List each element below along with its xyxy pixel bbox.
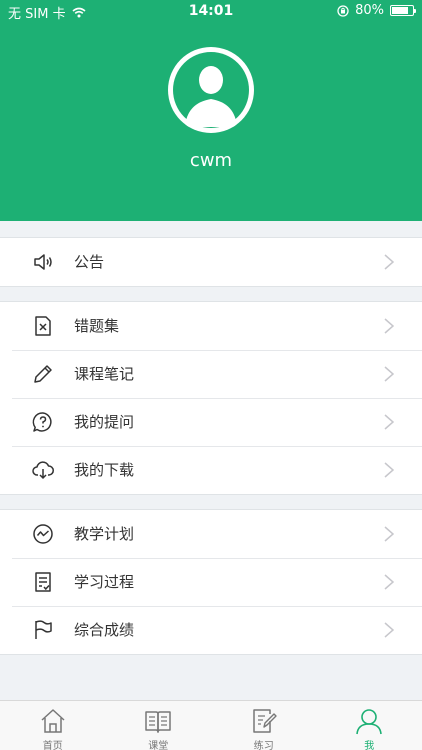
menu-item-label: 我的下载	[74, 461, 135, 479]
menu-item-overall-grades[interactable]: 综合成绩	[0, 606, 422, 654]
person-icon	[356, 709, 383, 735]
status-bar: 无 SIM 卡 14:01 80%	[0, 0, 422, 22]
cloud-download-icon	[32, 461, 54, 480]
menu-item-learning-process[interactable]: 学习过程	[0, 558, 422, 606]
wrong-answers-icon	[35, 316, 51, 336]
battery-icon	[390, 5, 416, 16]
chevron-right-icon	[384, 414, 395, 430]
avatar[interactable]	[168, 47, 254, 133]
menu-item-my-downloads[interactable]: 我的下载	[0, 446, 422, 494]
username: cwm	[189, 150, 233, 171]
menu-item-label: 综合成绩	[74, 621, 135, 639]
menu-item-label: 我的提问	[74, 413, 135, 431]
user-silhouette-icon	[173, 52, 249, 128]
plan-icon	[33, 524, 53, 544]
menu-item-label: 错题集	[74, 317, 120, 335]
chevron-right-icon	[384, 462, 395, 478]
tab-home[interactable]: 首页	[0, 701, 106, 750]
menu-group-progress: 教学计划 学习过程 综合成绩	[0, 509, 422, 655]
chevron-right-icon	[384, 622, 395, 638]
speaker-icon	[34, 254, 52, 270]
battery-percent: 80%	[355, 3, 384, 18]
menu-item-my-questions[interactable]: 我的提问	[0, 398, 422, 446]
pencil-icon	[34, 365, 52, 383]
tab-label: 首页	[42, 741, 63, 750]
question-bubble-icon	[32, 412, 52, 432]
chevron-right-icon	[384, 254, 395, 270]
menu-item-announcement[interactable]: 公告	[0, 238, 422, 286]
tab-label: 课堂	[148, 741, 169, 750]
chevron-right-icon	[384, 526, 395, 542]
checklist-icon	[35, 572, 51, 592]
menu-item-label: 学习过程	[74, 573, 135, 591]
tab-exercise[interactable]: 练习	[211, 701, 317, 750]
chevron-right-icon	[384, 574, 395, 590]
exercise-icon	[253, 709, 277, 733]
menu-item-label: 课程笔记	[74, 365, 135, 383]
menu-item-course-notes[interactable]: 课程笔记	[0, 350, 422, 398]
menu-item-wrong-answers[interactable]: 错题集	[0, 302, 422, 350]
menu-group-study: 错题集 课程笔记 我的提问 我的下载	[0, 301, 422, 495]
home-icon	[41, 709, 65, 733]
tab-label: 我	[364, 741, 375, 750]
menu-group-announcements: 公告	[0, 237, 422, 287]
flag-icon	[35, 620, 52, 639]
tab-classroom[interactable]: 课堂	[106, 701, 212, 750]
menu-item-label: 教学计划	[74, 525, 135, 543]
profile-header: cwm	[0, 0, 422, 221]
menu-item-label: 公告	[74, 253, 105, 271]
menu-item-teaching-plan[interactable]: 教学计划	[0, 510, 422, 558]
tab-me[interactable]: 我	[317, 701, 422, 750]
orientation-lock-icon	[337, 4, 349, 17]
tab-label: 练习	[253, 741, 274, 750]
tab-bar: 首页 课堂 练习 我	[0, 700, 422, 750]
book-icon	[145, 711, 171, 733]
chevron-right-icon	[384, 318, 395, 334]
chevron-right-icon	[384, 366, 395, 382]
